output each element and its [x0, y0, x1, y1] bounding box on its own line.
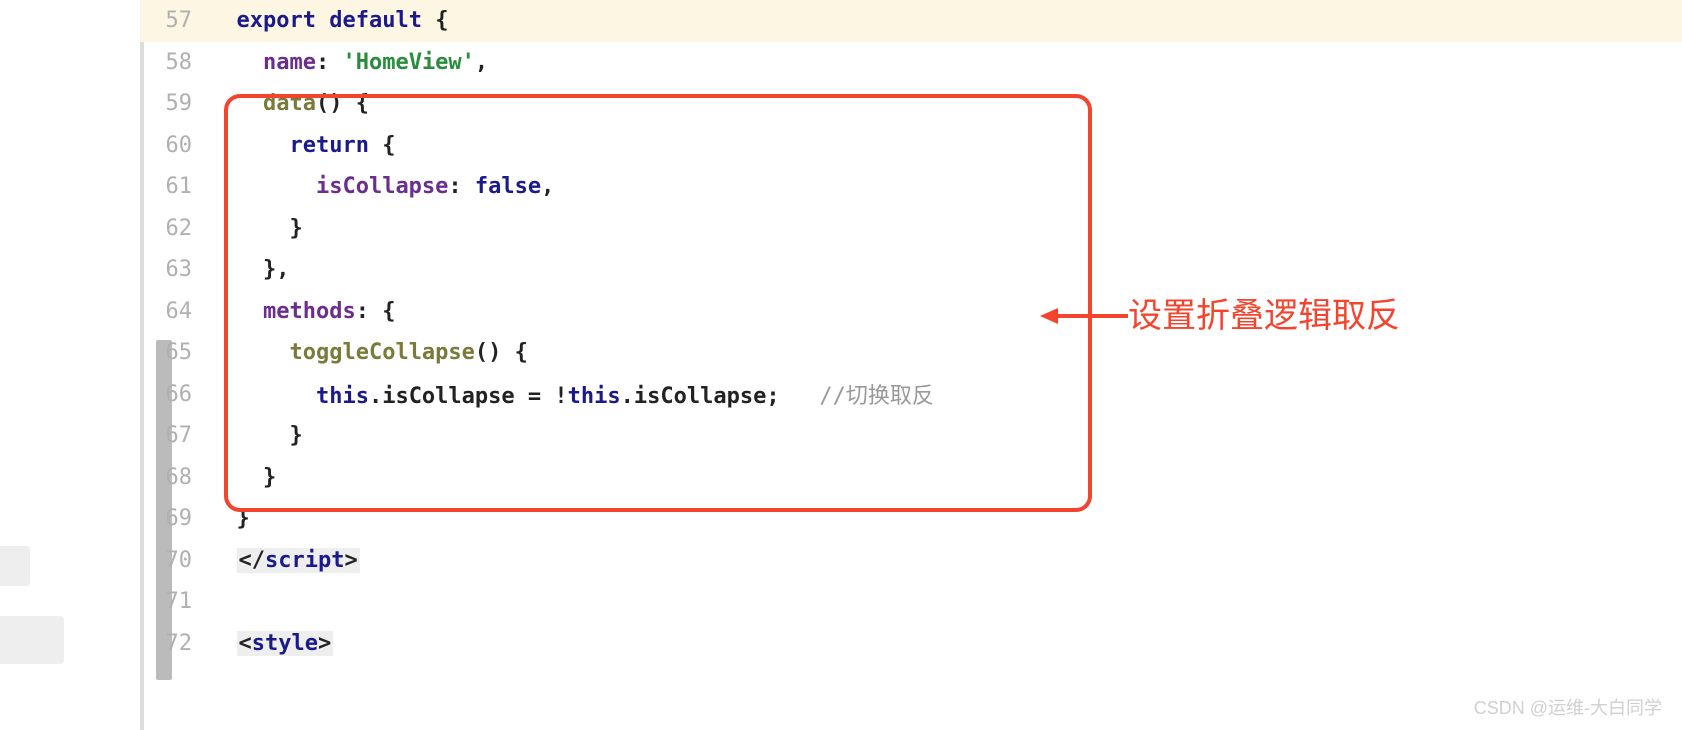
code-content: isCollapse: false,: [210, 174, 1682, 199]
line-number: 68: [140, 465, 210, 490]
code-content: name: 'HomeView',: [210, 50, 1682, 75]
line-number: 64: [140, 299, 210, 324]
code-line[interactable]: 66 this.isCollapse = !this.isCollapse; /…: [140, 374, 1682, 416]
line-number: 61: [140, 174, 210, 199]
line-number: 60: [140, 133, 210, 158]
line-number: 59: [140, 91, 210, 116]
code-content: data() {: [210, 91, 1682, 116]
line-number: 66: [140, 382, 210, 407]
code-line[interactable]: 61 isCollapse: false,: [140, 166, 1682, 208]
line-number: 67: [140, 423, 210, 448]
line-number: 65: [140, 340, 210, 365]
code-content: toggleCollapse() {: [210, 340, 1682, 365]
line-number: 58: [140, 50, 210, 75]
code-line[interactable]: 62 }: [140, 208, 1682, 250]
code-content: export default {: [210, 8, 1682, 33]
code-line[interactable]: 68 }: [140, 457, 1682, 499]
code-line[interactable]: 67 }: [140, 415, 1682, 457]
code-content: }: [210, 216, 1682, 241]
line-number: 63: [140, 257, 210, 282]
code-line[interactable]: 59 data() {: [140, 83, 1682, 125]
code-content: methods: {: [210, 299, 1682, 324]
watermark: CSDN @运维-大白同学: [1474, 694, 1662, 720]
code-line[interactable]: 63 },: [140, 249, 1682, 291]
code-line[interactable]: 70 </script>: [140, 540, 1682, 582]
code-content: this.isCollapse = !this.isCollapse; //切换…: [210, 378, 1682, 410]
code-content: },: [210, 257, 1682, 282]
annotation-text: 设置折叠逻辑取反: [1128, 288, 1400, 337]
code-content: }: [210, 465, 1682, 490]
code-line[interactable]: 72 <style>: [140, 623, 1682, 665]
line-number: 57: [140, 8, 210, 33]
code-line[interactable]: 71: [140, 581, 1682, 623]
code-line[interactable]: 58 name: 'HomeView',: [140, 42, 1682, 84]
left-margin-stub: [0, 546, 30, 586]
code-content: }: [210, 506, 1682, 531]
line-number: 72: [140, 631, 210, 656]
code-line[interactable]: 64 methods: {: [140, 291, 1682, 333]
line-number: 71: [140, 589, 210, 614]
line-number: 70: [140, 548, 210, 573]
left-margin-stub: [0, 616, 64, 664]
line-number: 69: [140, 506, 210, 531]
code-line[interactable]: 57 export default {: [140, 0, 1682, 42]
code-line[interactable]: 65 toggleCollapse() {: [140, 332, 1682, 374]
code-content: return {: [210, 133, 1682, 158]
left-margin: [0, 0, 140, 730]
code-line[interactable]: 60 return {: [140, 125, 1682, 167]
code-content: <style>: [210, 631, 1682, 656]
line-number: 62: [140, 216, 210, 241]
code-line[interactable]: 69 }: [140, 498, 1682, 540]
code-editor[interactable]: 57 export default { 58 name: 'HomeView',…: [140, 0, 1682, 730]
code-content: }: [210, 423, 1682, 448]
code-content: </script>: [210, 548, 1682, 573]
